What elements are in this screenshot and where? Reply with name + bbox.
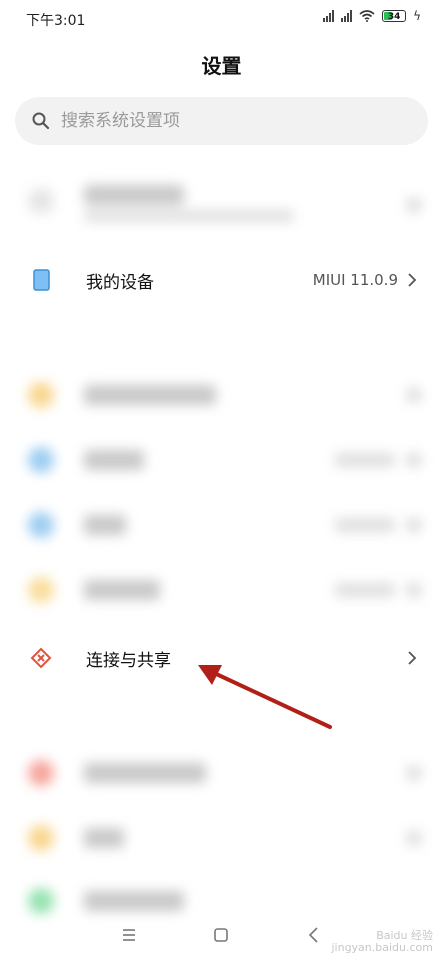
blurred-icon [28,447,54,473]
signal-strength-icon [323,10,335,22]
blurred-icon [28,382,54,408]
blurred-icon [28,577,54,603]
my-device-label: 我的设备 [86,272,154,293]
chevron-right-icon [407,388,421,402]
blurred-label [84,828,124,848]
home-icon[interactable] [210,924,232,946]
chevron-right-icon [407,831,421,845]
menu-icon[interactable] [118,924,140,946]
blurred-value [335,518,395,532]
chevron-right-icon [407,583,421,597]
search-input[interactable] [59,110,383,132]
navigation-bar: Baidu 经验 jingyan.baidu.com [0,910,443,960]
blurred-label [84,385,216,405]
blurred-icon [28,825,54,851]
chevron-right-icon [407,453,421,467]
status-icons: 34 ϟ [323,9,421,23]
blurred-label [84,515,126,535]
blurred-value [335,453,395,467]
chevron-right-icon [408,651,417,665]
search-icon [32,112,50,130]
battery-icon: 34 [382,10,407,22]
wifi-icon [359,10,375,22]
battery-percent: 34 [387,12,401,22]
blurred-sublabel [84,210,294,222]
watermark: Baidu 经验 jingyan.baidu.com [331,930,433,954]
chevron-right-icon [408,273,417,287]
avatar [28,188,54,214]
blurred-icon [28,512,54,538]
my-device-row[interactable]: 我的设备 MIUI 11.0.9 [0,252,443,308]
search-box[interactable] [15,97,428,145]
annotation-arrow-icon [198,665,332,729]
chevron-right-icon [407,766,421,780]
blurred-icon [28,760,54,786]
signal-strength-icon-2 [341,10,353,22]
chevron-right-icon [407,518,421,532]
page-title: 设置 [201,54,242,78]
blurred-value [335,583,395,597]
watermark-line2: jingyan.baidu.com [331,941,433,954]
blurred-label [84,450,144,470]
blurred-label [84,891,184,911]
miui-version: MIUI 11.0.9 [312,271,398,289]
blurred-label [84,580,160,600]
connection-sharing-label: 连接与共享 [86,650,171,671]
status-bar: 下午3:01 34 ϟ [0,0,443,38]
blurred-label [84,185,184,205]
chevron-right-icon [407,198,421,212]
phone-device-icon [33,269,50,291]
status-time: 下午3:01 [26,13,86,29]
share-connection-icon [30,647,52,669]
back-icon[interactable] [303,924,325,946]
charging-icon: ϟ [413,9,421,23]
blurred-label [84,763,206,783]
